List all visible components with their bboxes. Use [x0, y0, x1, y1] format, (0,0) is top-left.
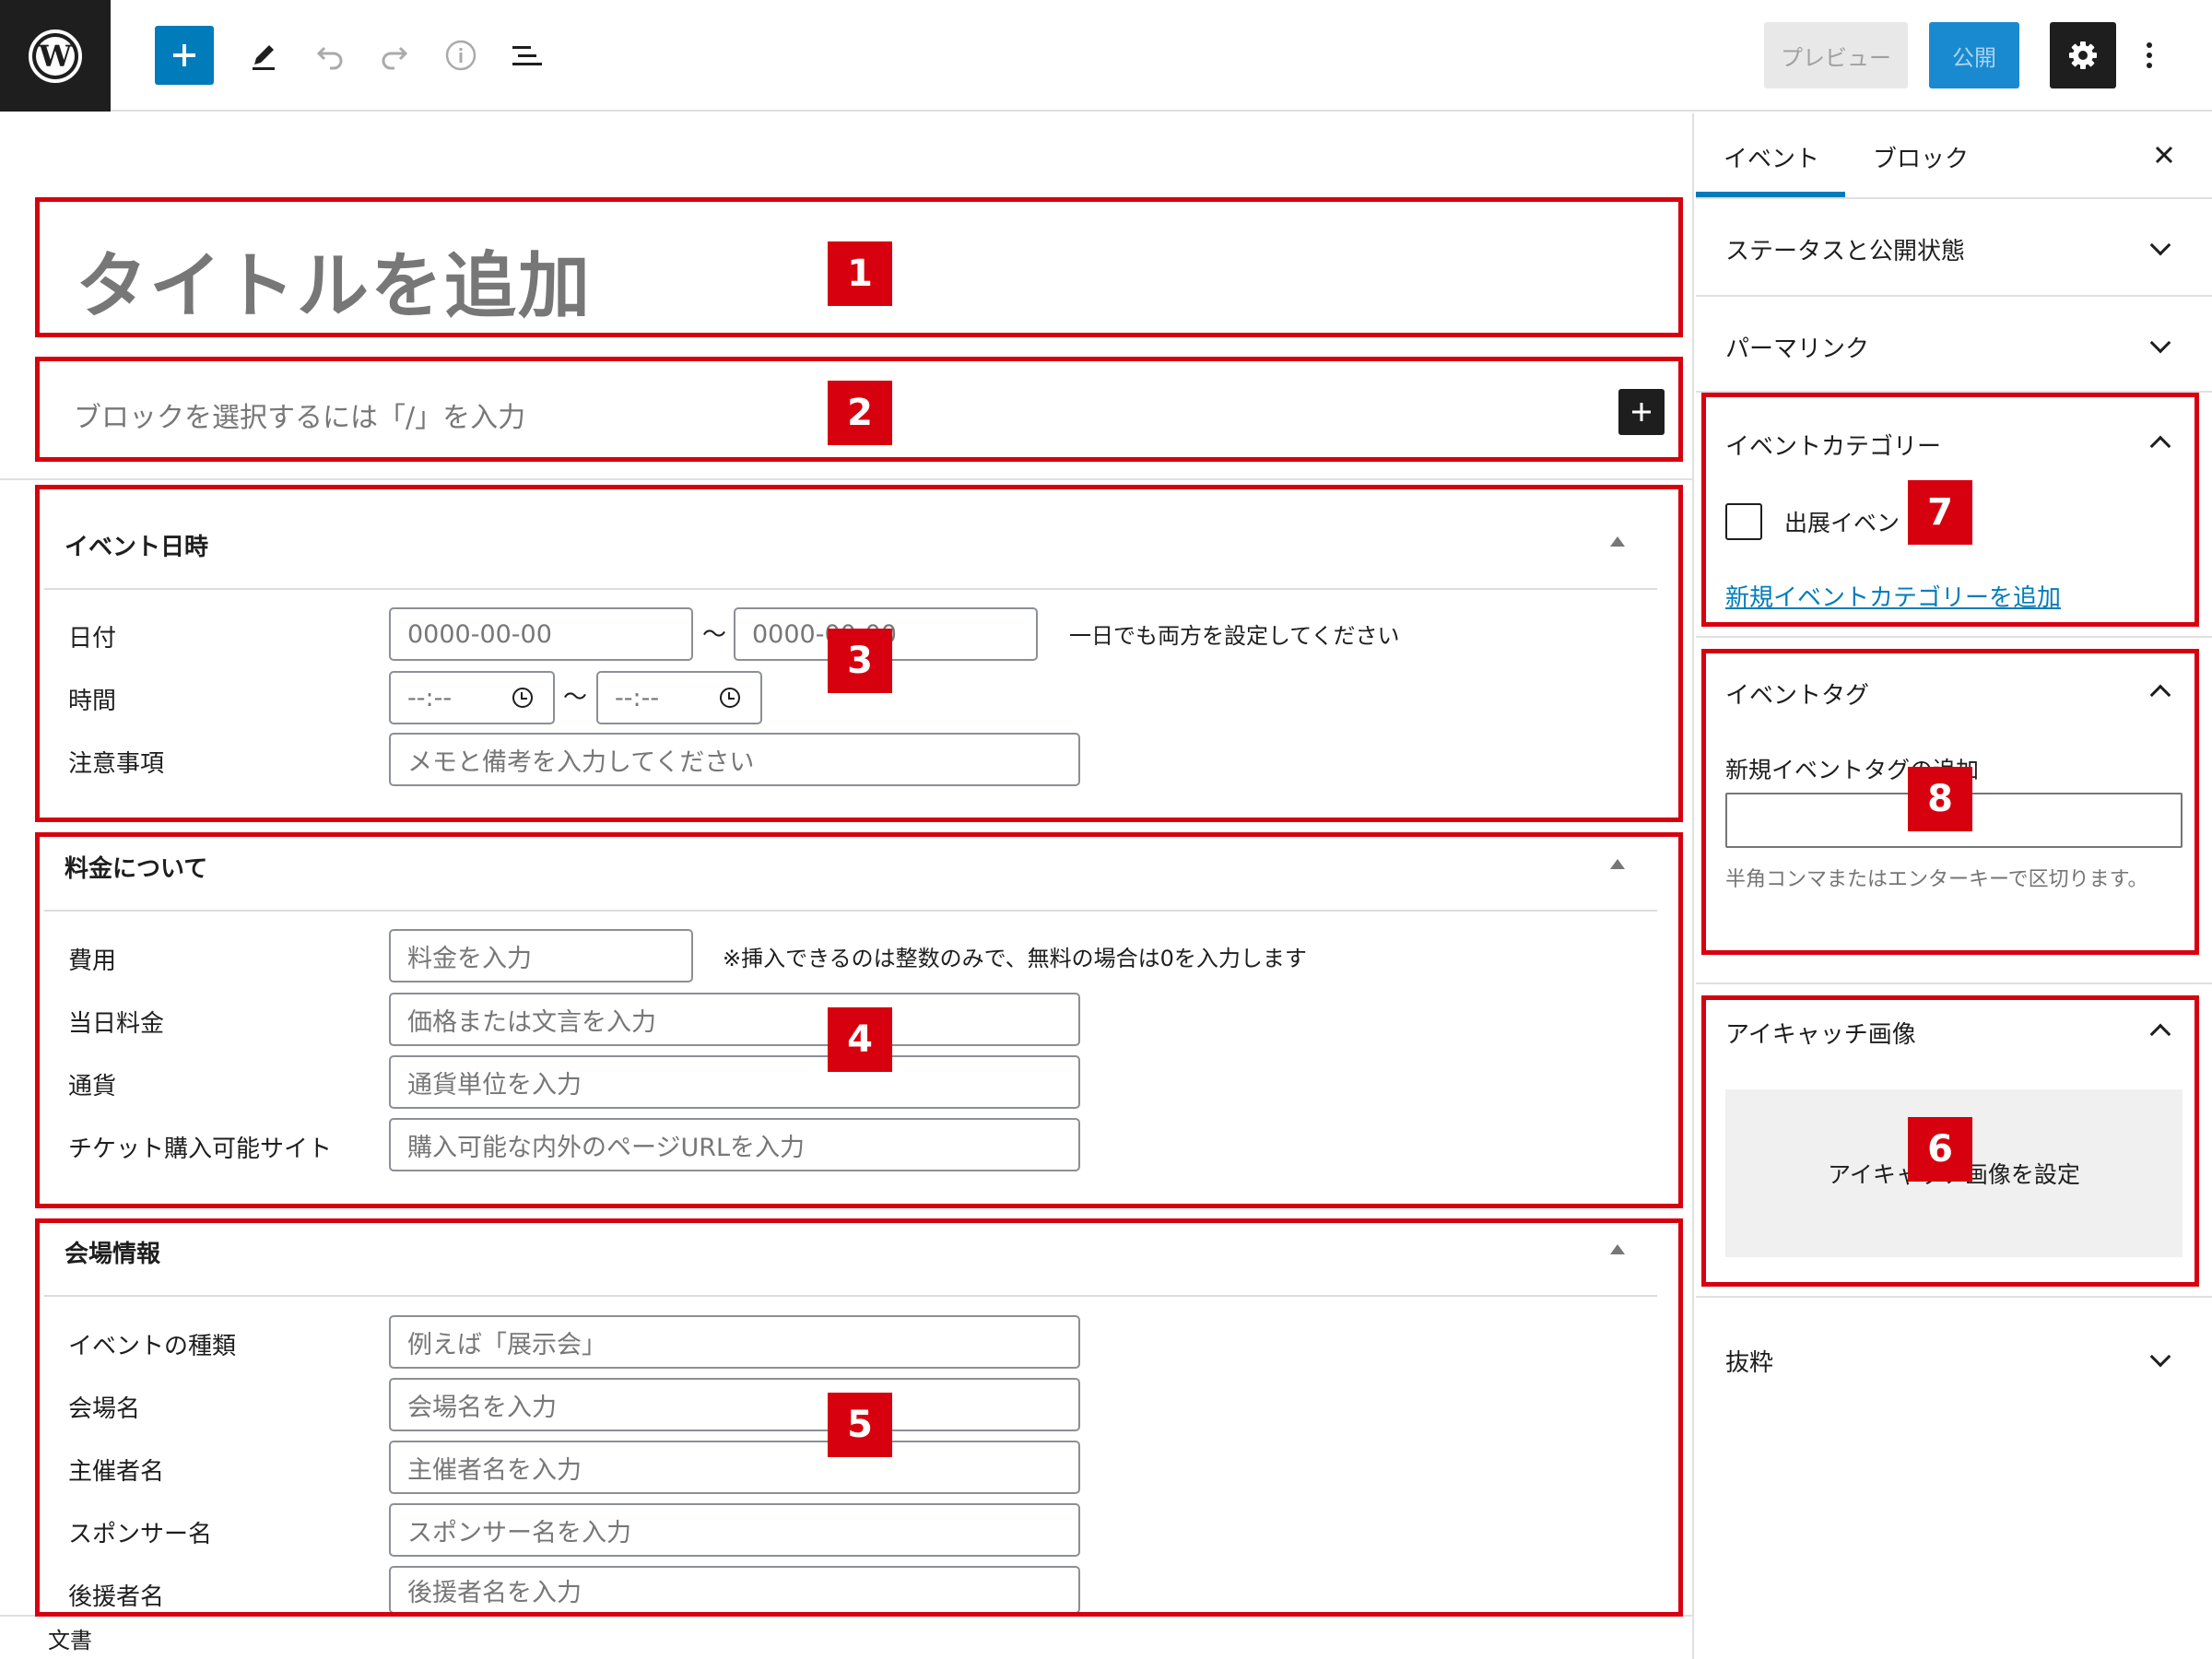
- undo-icon: [316, 46, 343, 70]
- publish-button[interactable]: 公開: [1929, 22, 2019, 88]
- details-button[interactable]: [439, 33, 483, 77]
- annotation-badge-4: 4: [828, 1007, 892, 1072]
- list-view-button[interactable]: [505, 33, 549, 77]
- annotation-badge-2: 2: [828, 381, 892, 445]
- preview-button[interactable]: プレビュー: [1764, 22, 1908, 88]
- gear-icon: [2069, 41, 2097, 69]
- breadcrumb[interactable]: 文書: [48, 1622, 92, 1654]
- annotation-badge-7: 7: [1908, 480, 1972, 545]
- tab-event[interactable]: イベント: [1724, 140, 1819, 174]
- annotation-badge-6: 6: [1908, 1117, 1972, 1182]
- editor-metabox-divider: [0, 478, 1694, 480]
- annotation-badge-1: 1: [828, 241, 892, 306]
- settings-button[interactable]: [2050, 22, 2116, 88]
- tab-block[interactable]: ブロック: [1873, 140, 1969, 174]
- excerpt-panel-heading[interactable]: 抜粋: [1725, 1344, 1773, 1378]
- permalink-panel-heading[interactable]: パーマリンク: [1725, 330, 1869, 364]
- sidebar-rule: [1696, 636, 2212, 638]
- edit-tools-button[interactable]: [241, 33, 286, 77]
- redo-icon: [382, 46, 408, 70]
- close-icon: [2155, 146, 2173, 164]
- add-block-button[interactable]: [155, 26, 214, 85]
- svg-text:W: W: [38, 39, 73, 74]
- list-view-icon: [512, 46, 542, 65]
- redo-button[interactable]: [372, 33, 417, 77]
- annotation-badge-3: 3: [828, 629, 892, 693]
- annotation-badge-8: 8: [1908, 767, 1972, 831]
- more-vertical-icon: [2147, 42, 2152, 68]
- status-panel-heading[interactable]: ステータスと公開状態: [1725, 232, 1965, 266]
- sidebar-rule: [1696, 982, 2212, 984]
- sidebar-rule: [1696, 197, 2212, 199]
- undo-button[interactable]: [308, 33, 352, 77]
- sidebar-rule: [1696, 295, 2212, 297]
- annotation-badge-5: 5: [828, 1393, 892, 1457]
- pencil-icon: [253, 45, 275, 70]
- close-sidebar-button[interactable]: [2149, 140, 2179, 170]
- wordpress-logo-icon[interactable]: W: [0, 0, 111, 112]
- info-icon: [445, 40, 477, 71]
- plus-icon: [173, 44, 195, 66]
- more-options-button[interactable]: [2135, 33, 2164, 77]
- sidebar-rule: [1696, 1296, 2212, 1298]
